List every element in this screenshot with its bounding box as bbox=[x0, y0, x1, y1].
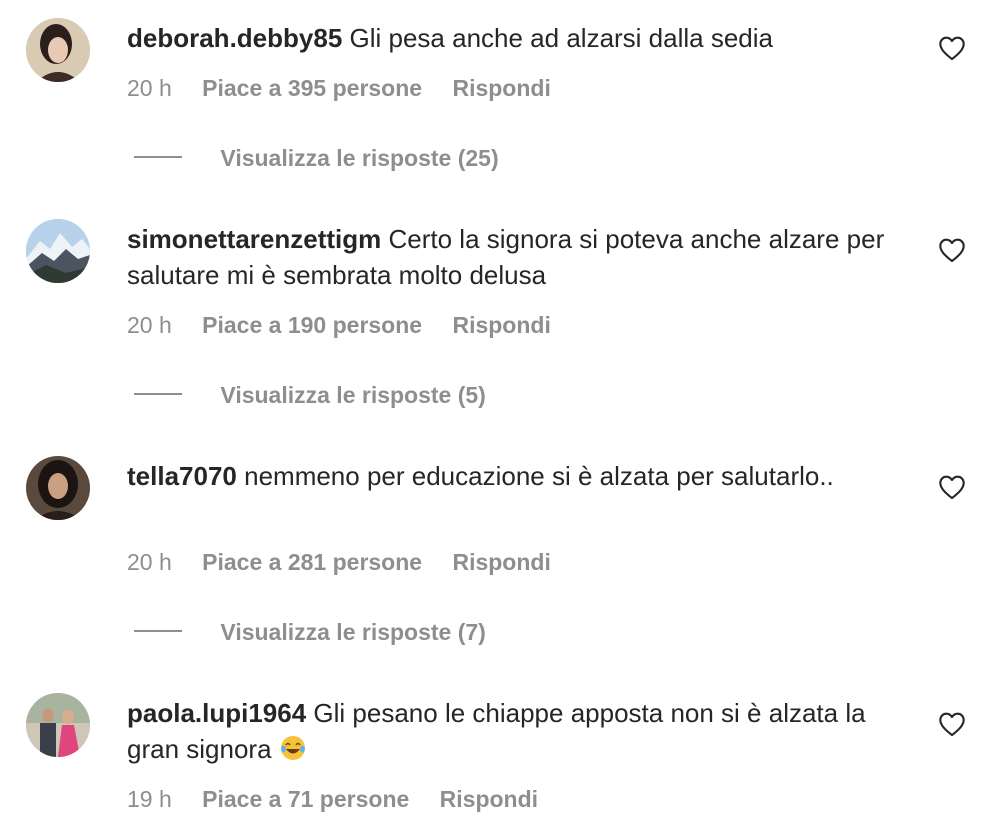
comment-text: paola.lupi1964 Gli pesano le chiappe app… bbox=[127, 695, 887, 767]
comment-likes[interactable]: Piace a 395 persone bbox=[202, 73, 422, 103]
view-replies-label: Visualizza le risposte (25) bbox=[220, 145, 499, 171]
view-replies-label: Visualizza le risposte (7) bbox=[220, 619, 486, 645]
avatar[interactable] bbox=[26, 219, 90, 283]
avatar-image bbox=[26, 693, 90, 757]
comment-username[interactable]: deborah.debby85 bbox=[127, 23, 342, 53]
reply-button[interactable]: Rispondi bbox=[440, 784, 538, 814]
comment-likes[interactable]: Piace a 190 persone bbox=[202, 310, 422, 340]
comment-time: 19 h bbox=[127, 786, 172, 812]
comment-meta: 20 h Piace a 395 persone Rispondi bbox=[127, 73, 551, 103]
reply-button[interactable]: Rispondi bbox=[452, 73, 550, 103]
like-heart-icon[interactable] bbox=[938, 237, 966, 263]
comment-meta: 19 h Piace a 71 persone Rispondi bbox=[127, 784, 538, 814]
comment-username[interactable]: paola.lupi1964 bbox=[127, 698, 306, 728]
comment-text: simonettarenzettigm Certo la signora si … bbox=[127, 221, 887, 293]
comment-text: deborah.debby85 Gli pesa anche ad alzars… bbox=[127, 20, 887, 56]
view-replies-button[interactable]: Visualizza le risposte (25) bbox=[134, 143, 499, 173]
comment-username[interactable]: simonettarenzettigm bbox=[127, 224, 381, 254]
comment-body: Gli pesa anche ad alzarsi dalla sedia bbox=[349, 23, 773, 53]
avatar[interactable] bbox=[26, 693, 90, 757]
comment-text: tella7070 nemmeno per educazione si è al… bbox=[127, 458, 887, 494]
replies-divider bbox=[134, 155, 182, 158]
comment-likes[interactable]: Piace a 71 persone bbox=[202, 784, 409, 814]
replies-divider bbox=[134, 629, 182, 632]
comment-time: 20 h bbox=[127, 312, 172, 338]
avatar[interactable] bbox=[26, 456, 90, 520]
comment-likes[interactable]: Piace a 281 persone bbox=[202, 547, 422, 577]
reply-button[interactable]: Rispondi bbox=[452, 310, 550, 340]
avatar-image bbox=[26, 456, 90, 520]
avatar-image bbox=[26, 18, 90, 82]
comment-username[interactable]: tella7070 bbox=[127, 461, 237, 491]
avatar[interactable] bbox=[26, 18, 90, 82]
avatar-image bbox=[26, 219, 90, 283]
reply-button[interactable]: Rispondi bbox=[452, 547, 550, 577]
comment-time: 20 h bbox=[127, 549, 172, 575]
view-replies-button[interactable]: Visualizza le risposte (7) bbox=[134, 617, 486, 647]
view-replies-button[interactable]: Visualizza le risposte (5) bbox=[134, 380, 486, 410]
tears-of-joy-emoji bbox=[279, 734, 307, 762]
like-heart-icon[interactable] bbox=[938, 711, 966, 737]
like-heart-icon[interactable] bbox=[938, 474, 966, 500]
like-heart-icon[interactable] bbox=[938, 35, 966, 61]
comment-body: nemmeno per educazione si è alzata per s… bbox=[244, 461, 834, 491]
comment-time: 20 h bbox=[127, 75, 172, 101]
replies-divider bbox=[134, 392, 182, 395]
comment-meta: 20 h Piace a 281 persone Rispondi bbox=[127, 547, 551, 577]
comment-meta: 20 h Piace a 190 persone Rispondi bbox=[127, 310, 551, 340]
view-replies-label: Visualizza le risposte (5) bbox=[220, 382, 486, 408]
